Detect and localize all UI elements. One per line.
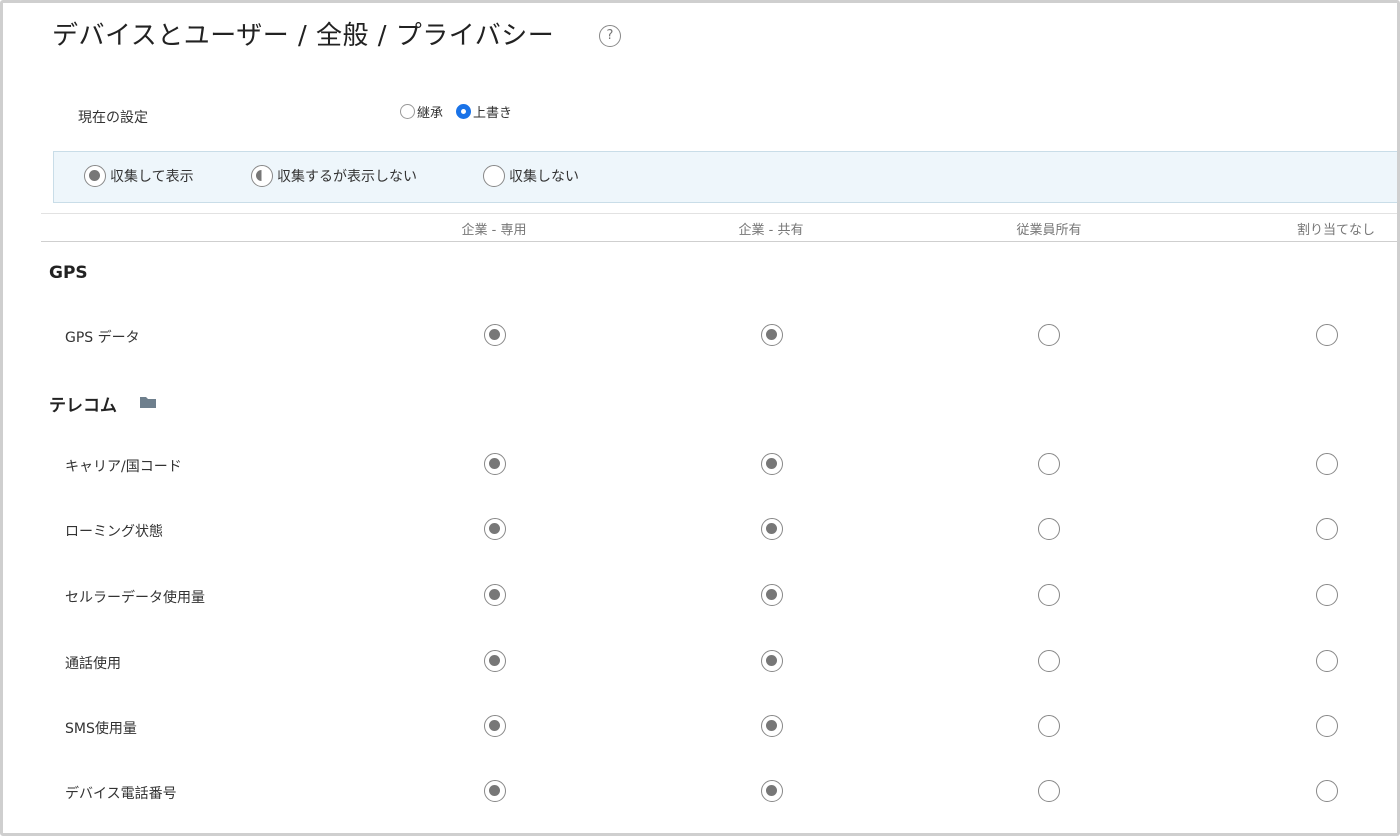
- column-header-unassigned: 割り当てなし: [1296, 223, 1376, 238]
- row-label-call-usage: 通話使用: [65, 656, 121, 672]
- privacy-settings-panel: デバイスとユーザー / 全般 / プライバシー ? 現在の設定 継承 上書き 収…: [0, 0, 1400, 836]
- override-option[interactable]: 上書き: [456, 102, 512, 121]
- half-circle-icon: [251, 165, 273, 187]
- legend-box: 収集して表示 収集するが表示しない 収集しない: [53, 151, 1397, 203]
- legend-label: 収集して表示: [110, 169, 194, 185]
- call-employee-owned-radio[interactable]: [1038, 650, 1060, 672]
- row-label-gps-data: GPS データ: [65, 330, 140, 346]
- cellular-unassigned-radio[interactable]: [1316, 584, 1338, 606]
- roaming-corporate-shared-radio[interactable]: [761, 518, 783, 540]
- row-label-roaming-status: ローミング状態: [65, 524, 163, 540]
- section-title-gps: GPS: [49, 263, 88, 283]
- divider: [41, 213, 1397, 214]
- phone-number-unassigned-radio[interactable]: [1316, 780, 1338, 802]
- page-title: デバイスとユーザー / 全般 / プライバシー: [52, 21, 555, 51]
- inherit-radio[interactable]: [400, 104, 415, 119]
- gps-data-unassigned-radio[interactable]: [1316, 324, 1338, 346]
- roaming-unassigned-radio[interactable]: [1316, 518, 1338, 540]
- call-corporate-dedicated-radio[interactable]: [484, 650, 506, 672]
- current-setting-label: 現在の設定: [78, 110, 148, 126]
- legend-collect-display: 収集して表示: [84, 165, 194, 187]
- carrier-unassigned-radio[interactable]: [1316, 453, 1338, 475]
- cellular-employee-owned-radio[interactable]: [1038, 584, 1060, 606]
- sms-corporate-shared-radio[interactable]: [761, 715, 783, 737]
- row-label-cellular-data-usage: セルラーデータ使用量: [65, 590, 205, 606]
- gps-data-corporate-shared-radio[interactable]: [761, 324, 783, 346]
- cellular-corporate-shared-radio[interactable]: [761, 584, 783, 606]
- legend-collect-not-display: 収集するが表示しない: [251, 165, 417, 187]
- roaming-employee-owned-radio[interactable]: [1038, 518, 1060, 540]
- override-radio[interactable]: [456, 104, 471, 119]
- gps-data-corporate-dedicated-radio[interactable]: [484, 324, 506, 346]
- sms-unassigned-radio[interactable]: [1316, 715, 1338, 737]
- column-header-corporate-shared: 企業 - 共有: [738, 223, 804, 238]
- call-unassigned-radio[interactable]: [1316, 650, 1338, 672]
- sms-corporate-dedicated-radio[interactable]: [484, 715, 506, 737]
- column-header-corporate-dedicated: 企業 - 専用: [461, 223, 527, 238]
- row-label-carrier-country-code: キャリア/国コード: [65, 459, 182, 475]
- carrier-corporate-shared-radio[interactable]: [761, 453, 783, 475]
- roaming-corporate-dedicated-radio[interactable]: [484, 518, 506, 540]
- override-label: 上書き: [473, 106, 513, 121]
- sms-employee-owned-radio[interactable]: [1038, 715, 1060, 737]
- cellular-corporate-dedicated-radio[interactable]: [484, 584, 506, 606]
- inherit-label: 継承: [417, 106, 444, 121]
- row-label-sms-usage: SMS使用量: [65, 721, 137, 737]
- legend-label: 収集するが表示しない: [277, 169, 417, 185]
- inherit-option[interactable]: 継承: [400, 102, 443, 121]
- folder-icon: [140, 397, 156, 408]
- legend-not-collect: 収集しない: [483, 165, 579, 187]
- carrier-employee-owned-radio[interactable]: [1038, 453, 1060, 475]
- section-title-telecom: テレコム: [49, 396, 117, 416]
- phone-number-corporate-dedicated-radio[interactable]: [484, 780, 506, 802]
- gps-data-employee-owned-radio[interactable]: [1038, 324, 1060, 346]
- legend-label: 収集しない: [509, 169, 579, 185]
- phone-number-employee-owned-radio[interactable]: [1038, 780, 1060, 802]
- help-icon[interactable]: ?: [599, 25, 621, 47]
- divider: [41, 241, 1397, 242]
- phone-number-corporate-shared-radio[interactable]: [761, 780, 783, 802]
- carrier-corporate-dedicated-radio[interactable]: [484, 453, 506, 475]
- empty-circle-icon: [483, 165, 505, 187]
- column-header-employee-owned: 従業員所有: [1016, 223, 1082, 238]
- filled-circle-icon: [84, 165, 106, 187]
- call-corporate-shared-radio[interactable]: [761, 650, 783, 672]
- row-label-device-phone-number: デバイス電話番号: [65, 786, 177, 802]
